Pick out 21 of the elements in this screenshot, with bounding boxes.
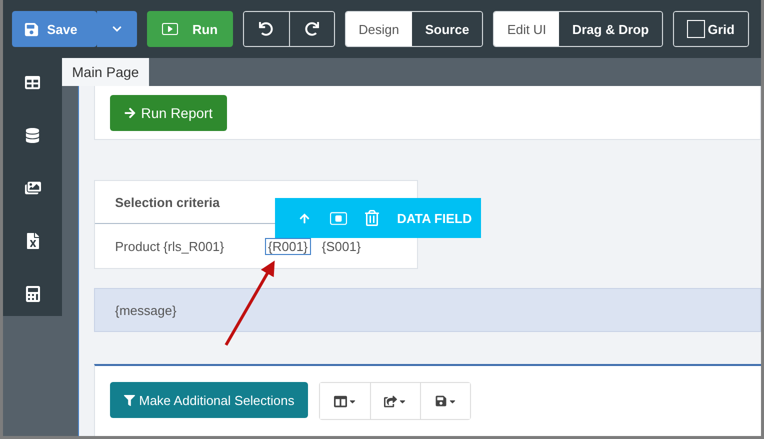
filter-icon (124, 394, 135, 406)
additional-selections-button[interactable]: Make Additional Selections (110, 382, 308, 418)
redo-icon (304, 22, 319, 36)
redo-button[interactable] (288, 12, 334, 46)
undo-icon (259, 22, 274, 36)
run-report-button[interactable]: Run Report (110, 94, 227, 130)
mode-toggle-button[interactable]: Edit UI (494, 12, 560, 46)
field-label: Product {rls_R001} (115, 238, 226, 254)
share-icon (384, 394, 398, 408)
save-menu-button[interactable] (420, 383, 470, 419)
arrow-right-icon (124, 106, 136, 118)
play-icon (162, 21, 178, 37)
mode-toggle-button[interactable]: Design (346, 12, 412, 46)
data-field[interactable]: {R001} (265, 238, 311, 254)
message-text: {message} (115, 302, 176, 318)
chevron-down-icon (112, 24, 122, 34)
grid-toggle[interactable]: Grid (674, 12, 748, 46)
page-tab[interactable]: Main Page (62, 58, 149, 86)
save-button[interactable]: Save (12, 11, 98, 47)
columns-icon (334, 394, 347, 408)
data-field[interactable]: {S001} (318, 238, 364, 254)
